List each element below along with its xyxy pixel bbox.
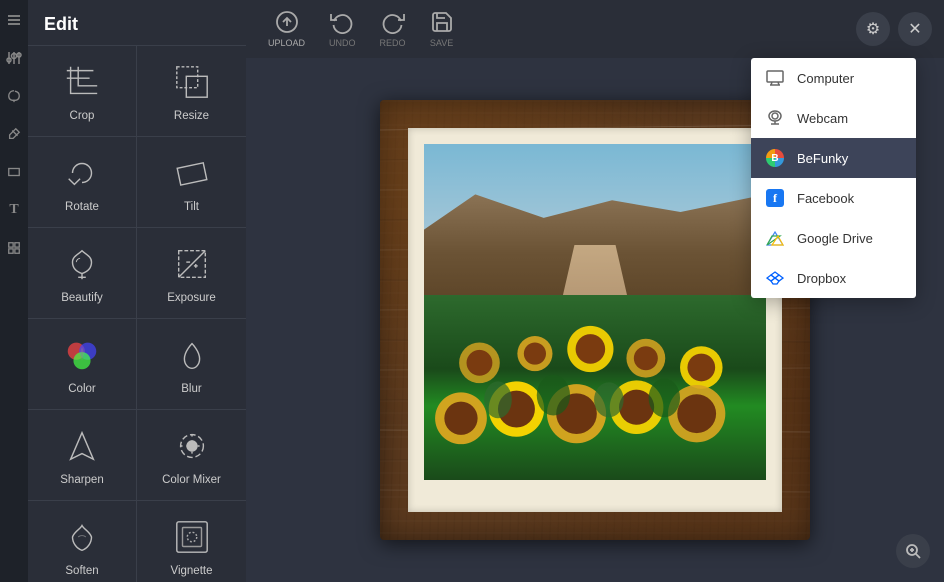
- save-button[interactable]: SAVE: [420, 4, 464, 54]
- rectangle-icon[interactable]: [4, 162, 24, 182]
- facebook-label: Facebook: [797, 191, 854, 206]
- dropdown-item-facebook[interactable]: f Facebook: [751, 178, 916, 218]
- tool-item-tilt[interactable]: Tilt: [137, 137, 246, 228]
- befunky-icon: B: [765, 148, 785, 168]
- frame-inner: [408, 128, 782, 512]
- top-toolbar: UPLOAD UNDO REDO SAVE: [246, 0, 944, 58]
- beautify-label: Beautify: [61, 292, 103, 304]
- exposure-icon: [170, 242, 214, 286]
- dropper-icon[interactable]: [4, 124, 24, 144]
- tool-item-vignette[interactable]: Vignette: [137, 501, 246, 582]
- undo-button[interactable]: UNDO: [319, 4, 366, 54]
- panel-title: Edit: [28, 0, 246, 46]
- upload-dropdown: Computer Webcam B BeFunky f F: [751, 58, 916, 298]
- top-right-buttons: ⚙ ✕: [856, 12, 932, 46]
- resize-label: Resize: [174, 110, 209, 122]
- dropdown-item-webcam[interactable]: Webcam: [751, 98, 916, 138]
- sidebar-icon-strip: T: [0, 0, 28, 582]
- rotate-icon: [60, 151, 104, 195]
- tool-item-soften[interactable]: Soften: [28, 501, 137, 582]
- computer-label: Computer: [797, 71, 854, 86]
- upload-button[interactable]: UPLOAD: [258, 4, 315, 54]
- sharpen-icon: [60, 424, 104, 468]
- lasso-icon[interactable]: [4, 86, 24, 106]
- blur-icon: [170, 333, 214, 377]
- color-mixer-icon: [170, 424, 214, 468]
- tool-item-exposure[interactable]: Exposure: [137, 228, 246, 319]
- grid-icon[interactable]: [4, 238, 24, 258]
- tool-item-beautify[interactable]: Beautify: [28, 228, 137, 319]
- tool-item-color-mixer[interactable]: Color Mixer: [137, 410, 246, 501]
- rotate-label: Rotate: [65, 201, 99, 213]
- tool-item-blur[interactable]: Blur: [137, 319, 246, 410]
- exposure-label: Exposure: [167, 292, 216, 304]
- crop-label: Crop: [70, 110, 95, 122]
- redo-label: REDO: [380, 38, 406, 48]
- dropdown-item-computer[interactable]: Computer: [751, 58, 916, 98]
- undo-label: UNDO: [329, 38, 356, 48]
- color-label: Color: [68, 383, 95, 395]
- computer-icon: [765, 68, 785, 88]
- dropbox-icon: [765, 268, 785, 288]
- facebook-icon: f: [765, 188, 785, 208]
- beautify-icon: [60, 242, 104, 286]
- sliders-icon[interactable]: [4, 48, 24, 68]
- scene-flowers: [424, 295, 766, 480]
- menu-icon[interactable]: [4, 10, 24, 30]
- vignette-label: Vignette: [171, 565, 213, 577]
- settings-button[interactable]: ⚙: [856, 12, 890, 46]
- webcam-icon: [765, 108, 785, 128]
- resize-icon: [170, 60, 214, 104]
- tilt-icon: [170, 151, 214, 195]
- tool-grid: Crop Resize Rotate Tilt: [28, 46, 246, 582]
- soften-icon: [60, 515, 104, 559]
- text-icon[interactable]: T: [4, 200, 24, 220]
- sharpen-label: Sharpen: [60, 474, 103, 486]
- canvas-area: UPLOAD UNDO REDO SAVE: [246, 0, 944, 582]
- dropdown-item-befunky[interactable]: B BeFunky: [751, 138, 916, 178]
- color-mixer-label: Color Mixer: [162, 474, 221, 486]
- dropdown-item-dropbox[interactable]: Dropbox: [751, 258, 916, 298]
- blur-label: Blur: [181, 383, 201, 395]
- tool-panel: Edit Crop Resize Rotate: [28, 0, 246, 582]
- dropbox-label: Dropbox: [797, 271, 846, 286]
- tilt-label: Tilt: [184, 201, 199, 213]
- redo-button[interactable]: REDO: [370, 4, 416, 54]
- tool-item-color[interactable]: Color: [28, 319, 137, 410]
- tool-item-sharpen[interactable]: Sharpen: [28, 410, 137, 501]
- close-button[interactable]: ✕: [898, 12, 932, 46]
- color-icon: [60, 333, 104, 377]
- tool-item-crop[interactable]: Crop: [28, 46, 137, 137]
- save-label: SAVE: [430, 38, 453, 48]
- crop-icon: [60, 60, 104, 104]
- google-drive-label: Google Drive: [797, 231, 873, 246]
- tool-item-resize[interactable]: Resize: [137, 46, 246, 137]
- dropdown-item-google-drive[interactable]: Google Drive: [751, 218, 916, 258]
- webcam-label: Webcam: [797, 111, 848, 126]
- photo-frame: [380, 100, 810, 540]
- zoom-button[interactable]: [896, 534, 930, 568]
- vignette-icon: [170, 515, 214, 559]
- befunky-label: BeFunky: [797, 151, 848, 166]
- soften-label: Soften: [65, 565, 98, 577]
- photo-image: [424, 144, 766, 480]
- tool-item-rotate[interactable]: Rotate: [28, 137, 137, 228]
- google-drive-icon: [765, 228, 785, 248]
- upload-label: UPLOAD: [268, 38, 305, 48]
- frame-outer: [380, 100, 810, 540]
